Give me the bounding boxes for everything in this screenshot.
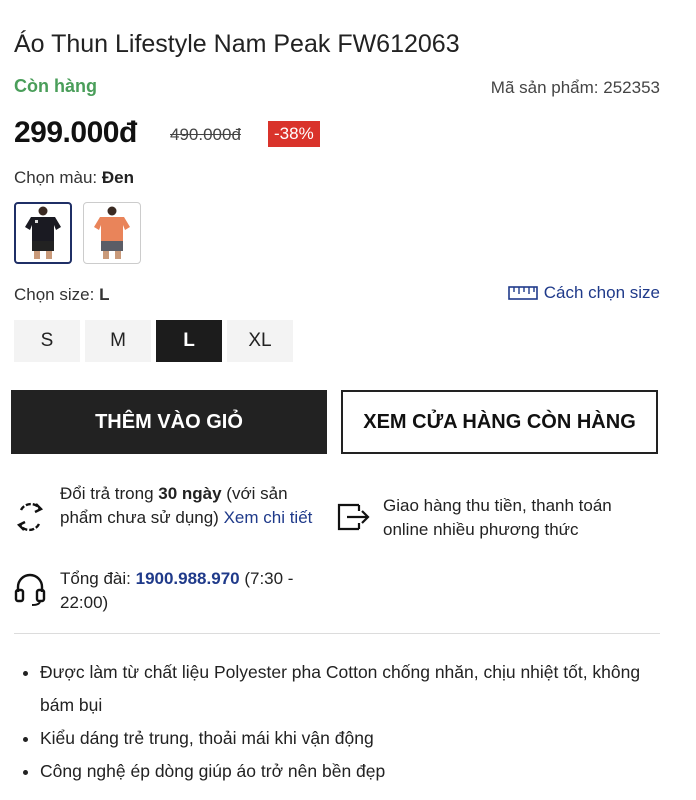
- headphones-icon: [14, 573, 46, 606]
- color-label: Chọn màu: Đen: [14, 168, 134, 188]
- hotline: Tổng đài: 1900.988.970 (7:30 - 22:00): [60, 567, 330, 615]
- product-title: Áo Thun Lifestyle Nam Peak FW612063: [14, 30, 460, 58]
- size-label: Chọn size: L: [14, 285, 109, 305]
- return-details-link[interactable]: Xem chi tiết: [224, 508, 313, 527]
- return-days: 30 ngày: [158, 484, 222, 503]
- hotline-label: Tổng đài:: [60, 569, 136, 588]
- sku: Mã sản phẩm: 252353: [491, 78, 660, 98]
- size-option-m[interactable]: M: [85, 320, 151, 362]
- sku-label: Mã sản phẩm:: [490, 78, 599, 97]
- black-outfit-thumbnail: [25, 206, 61, 259]
- selected-size: L: [99, 285, 110, 304]
- selected-color: Đen: [101, 168, 135, 187]
- shipping-info: Giao hàng thu tiền, thanh toán online nh…: [383, 496, 612, 539]
- return-policy-text: Đổi trả trong: [60, 484, 159, 503]
- feature-list: Được làm từ chất liệu Polyester pha Cott…: [14, 656, 660, 788]
- size-option-l[interactable]: L: [156, 320, 222, 362]
- size-guide-link[interactable]: Cách chọn size: [507, 283, 660, 303]
- find-store-button[interactable]: XEM CỬA HÀNG CÒN HÀNG: [341, 390, 658, 454]
- size-label-text: Chọn size:: [14, 285, 95, 304]
- size-guide-label: Cách chọn size: [543, 283, 660, 302]
- add-to-cart-button[interactable]: THÊM VÀO GIỎ: [11, 390, 327, 454]
- feature-item: Được làm từ chất liệu Polyester pha Cott…: [40, 656, 660, 722]
- color-label-text: Chọn màu:: [14, 168, 98, 187]
- feature-item: Công nghệ ép dòng giúp áo trở nên bền đẹ…: [40, 755, 660, 788]
- size-option-s[interactable]: S: [14, 320, 80, 362]
- return-policy: Đổi trả trong 30 ngày (với sản phẩm chưa…: [60, 482, 320, 530]
- return-arrows-icon: [16, 502, 44, 532]
- ruler-icon: [507, 286, 538, 300]
- current-price: 299.000đ: [14, 116, 137, 149]
- discount-badge: -38%: [268, 121, 320, 147]
- divider: [14, 633, 660, 634]
- sku-value: 252353: [603, 78, 660, 97]
- color-swatch-orange[interactable]: [83, 202, 141, 264]
- size-option-xl[interactable]: XL: [227, 320, 293, 362]
- feature-item: Kiểu dáng trẻ trung, thoải mái khi vận đ…: [40, 722, 660, 755]
- old-price: 490.000đ: [170, 125, 241, 144]
- orange-outfit-thumbnail: [94, 206, 130, 259]
- color-swatch-black[interactable]: [14, 202, 72, 264]
- size-options: S M L XL: [14, 320, 293, 362]
- hotline-number[interactable]: 1900.988.970: [136, 569, 240, 588]
- delivery-exit-icon: [337, 503, 370, 531]
- stock-status: Còn hàng: [14, 76, 97, 96]
